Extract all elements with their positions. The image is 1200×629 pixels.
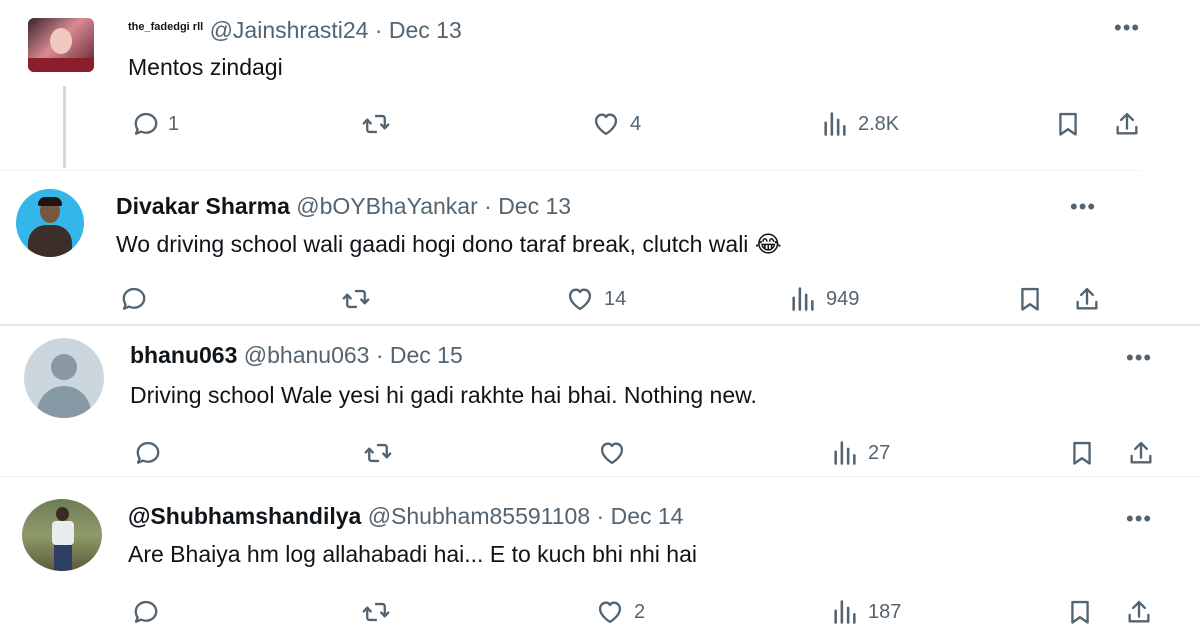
like-button[interactable]: 4 xyxy=(590,110,641,138)
tweet-text: Mentos zindagi xyxy=(128,54,283,80)
tweet[interactable]: the_fadedgi rll @Jainshrasti24 · Dec 13 … xyxy=(0,0,1170,170)
reply-button[interactable]: 1 xyxy=(132,110,179,138)
bookmark-button[interactable] xyxy=(1068,439,1096,467)
handle[interactable]: @bOYBhaYankar xyxy=(296,193,477,219)
like-count: 2 xyxy=(634,600,646,623)
tweet-header: @Shubhamshandilya @Shubham85591108 · Dec… xyxy=(128,501,683,531)
tweet[interactable]: bhanu063 @bhanu063 · Dec 15 ••• Driving … xyxy=(0,326,1200,476)
avatar[interactable] xyxy=(16,189,84,257)
share-button[interactable] xyxy=(1124,598,1154,626)
timestamp[interactable]: · Dec 13 xyxy=(375,17,462,43)
tweet[interactable]: @Shubhamshandilya @Shubham85591108 · Dec… xyxy=(0,476,1200,629)
like-icon xyxy=(594,598,626,626)
more-options-icon[interactable]: ••• xyxy=(1114,17,1140,39)
bookmark-button[interactable] xyxy=(1054,110,1082,138)
share-icon xyxy=(1126,439,1156,467)
retweet-icon xyxy=(360,110,392,138)
display-name[interactable]: bhanu063 xyxy=(130,342,237,368)
retweet-icon xyxy=(362,439,394,467)
retweet-button[interactable] xyxy=(360,598,400,626)
views-icon xyxy=(830,439,860,467)
views-count: 187 xyxy=(868,600,902,623)
views-icon xyxy=(820,110,850,138)
bookmark-icon xyxy=(1016,285,1044,313)
avatar[interactable] xyxy=(28,18,94,72)
share-button[interactable] xyxy=(1072,285,1102,313)
share-button[interactable] xyxy=(1126,439,1156,467)
reply-button[interactable] xyxy=(120,285,156,313)
bookmark-button[interactable] xyxy=(1066,598,1094,626)
retweet-icon xyxy=(360,598,392,626)
reply-icon xyxy=(132,598,160,626)
views-count: 2.8K xyxy=(858,112,900,135)
handle[interactable]: @Jainshrasti24 xyxy=(210,17,369,43)
views-icon xyxy=(788,285,818,313)
tweet-header: Divakar Sharma @bOYBhaYankar · Dec 13 xyxy=(116,191,571,221)
retweet-button[interactable] xyxy=(360,110,400,138)
like-icon xyxy=(590,110,622,138)
display-name[interactable]: @Shubhamshandilya xyxy=(128,503,361,529)
tweet-text: Driving school Wale yesi hi gadi rakhte … xyxy=(130,382,757,408)
bookmark-button[interactable] xyxy=(1016,285,1044,313)
retweet-button[interactable] xyxy=(362,439,402,467)
avatar[interactable] xyxy=(24,338,104,418)
like-count: 14 xyxy=(604,287,627,310)
tweet[interactable]: Divakar Sharma @bOYBhaYankar · Dec 13 ••… xyxy=(0,170,1140,325)
tweet-header: bhanu063 @bhanu063 · Dec 15 xyxy=(130,340,463,370)
share-button[interactable] xyxy=(1112,110,1142,138)
views-button[interactable]: 949 xyxy=(788,285,859,313)
like-icon xyxy=(564,285,596,313)
tweet-text: Wo driving school wali gaadi hogi dono t… xyxy=(116,231,782,257)
share-icon xyxy=(1124,598,1154,626)
timestamp[interactable]: · Dec 13 xyxy=(484,193,571,219)
like-button[interactable]: 2 xyxy=(594,598,645,626)
timestamp[interactable]: · Dec 14 xyxy=(597,503,684,529)
tweet-text: Are Bhaiya hm log allahabadi hai... E to… xyxy=(128,541,697,567)
bookmark-icon xyxy=(1068,439,1096,467)
tweet-header: the_fadedgi rll @Jainshrasti24 · Dec 13 xyxy=(128,12,462,45)
like-button[interactable]: 14 xyxy=(564,285,626,313)
views-count: 949 xyxy=(826,287,860,310)
like-count: 4 xyxy=(630,112,642,135)
avatar[interactable] xyxy=(22,499,102,571)
handle[interactable]: @Shubham85591108 xyxy=(368,503,590,529)
more-options-icon[interactable]: ••• xyxy=(1126,347,1152,369)
more-options-icon[interactable]: ••• xyxy=(1070,196,1096,218)
timestamp[interactable]: · Dec 15 xyxy=(376,342,463,368)
like-button[interactable] xyxy=(596,439,636,467)
views-button[interactable]: 27 xyxy=(830,439,890,467)
display-name[interactable]: Divakar Sharma xyxy=(116,193,290,219)
retweet-button[interactable] xyxy=(340,285,380,313)
reply-button[interactable] xyxy=(132,598,168,626)
share-icon xyxy=(1072,285,1102,313)
views-button[interactable]: 187 xyxy=(830,598,901,626)
share-icon xyxy=(1112,110,1142,138)
views-button[interactable]: 2.8K xyxy=(820,110,899,138)
display-name[interactable]: the_fadedgi rll xyxy=(128,21,203,33)
reply-icon xyxy=(132,110,160,138)
retweet-icon xyxy=(340,285,372,313)
views-icon xyxy=(830,598,860,626)
bookmark-icon xyxy=(1054,110,1082,138)
reply-icon xyxy=(120,285,148,313)
handle[interactable]: @bhanu063 xyxy=(244,342,370,368)
like-icon xyxy=(596,439,628,467)
views-count: 27 xyxy=(868,441,891,464)
reply-button[interactable] xyxy=(134,439,170,467)
more-options-icon[interactable]: ••• xyxy=(1126,508,1152,530)
reply-count: 1 xyxy=(168,112,180,135)
reply-icon xyxy=(134,439,162,467)
bookmark-icon xyxy=(1066,598,1094,626)
